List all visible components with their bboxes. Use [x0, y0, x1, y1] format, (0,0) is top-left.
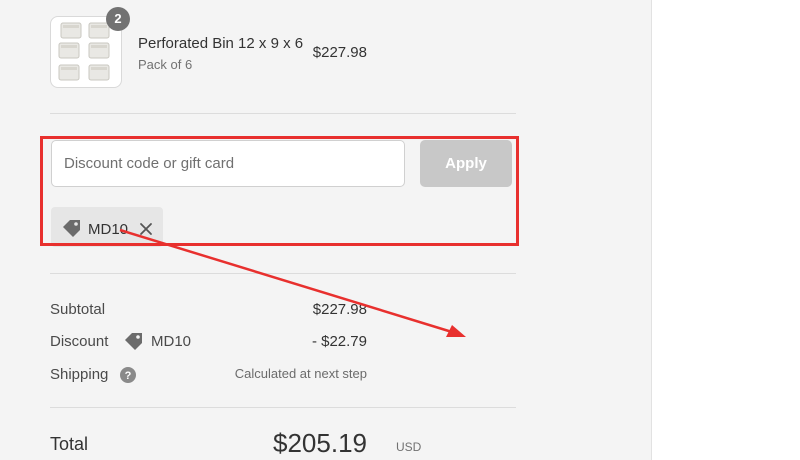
divider [50, 407, 516, 408]
apply-button[interactable]: Apply [420, 140, 512, 187]
question-circle-icon[interactable]: ? [120, 367, 136, 388]
applied-code-label: MD10 [88, 221, 129, 238]
order-summary-panel: 2 Perforated Bin 12 x 9 x 6 Pack of 6 $2… [0, 0, 652, 460]
total-value: $205.19 [273, 428, 367, 458]
product-name: Perforated Bin 12 x 9 x 6 [138, 35, 304, 52]
discount-label: Discount [50, 333, 109, 350]
applied-discount-tag: MD10 [51, 207, 163, 247]
shipping-label: Shipping [50, 366, 109, 383]
divider [50, 113, 516, 114]
shipping-value: Calculated at next step [234, 366, 367, 381]
discount-value: - $22.79 [311, 333, 367, 350]
subtotal-label: Subtotal [50, 301, 106, 318]
total-label: Total [50, 434, 89, 454]
tag-icon [124, 332, 144, 355]
tag-icon [62, 219, 82, 242]
subtotal-value: $227.98 [312, 301, 367, 318]
discount-code-label: MD10 [151, 333, 192, 350]
divider [50, 273, 516, 274]
product-price: $227.98 [312, 44, 367, 61]
product-variant: Pack of 6 [138, 57, 193, 72]
remove-discount-close-icon[interactable] [139, 222, 153, 241]
quantity-badge: 2 [106, 7, 130, 31]
svg-text:?: ? [125, 370, 132, 382]
total-currency: USD [396, 440, 422, 454]
discount-code-input[interactable] [51, 140, 405, 187]
